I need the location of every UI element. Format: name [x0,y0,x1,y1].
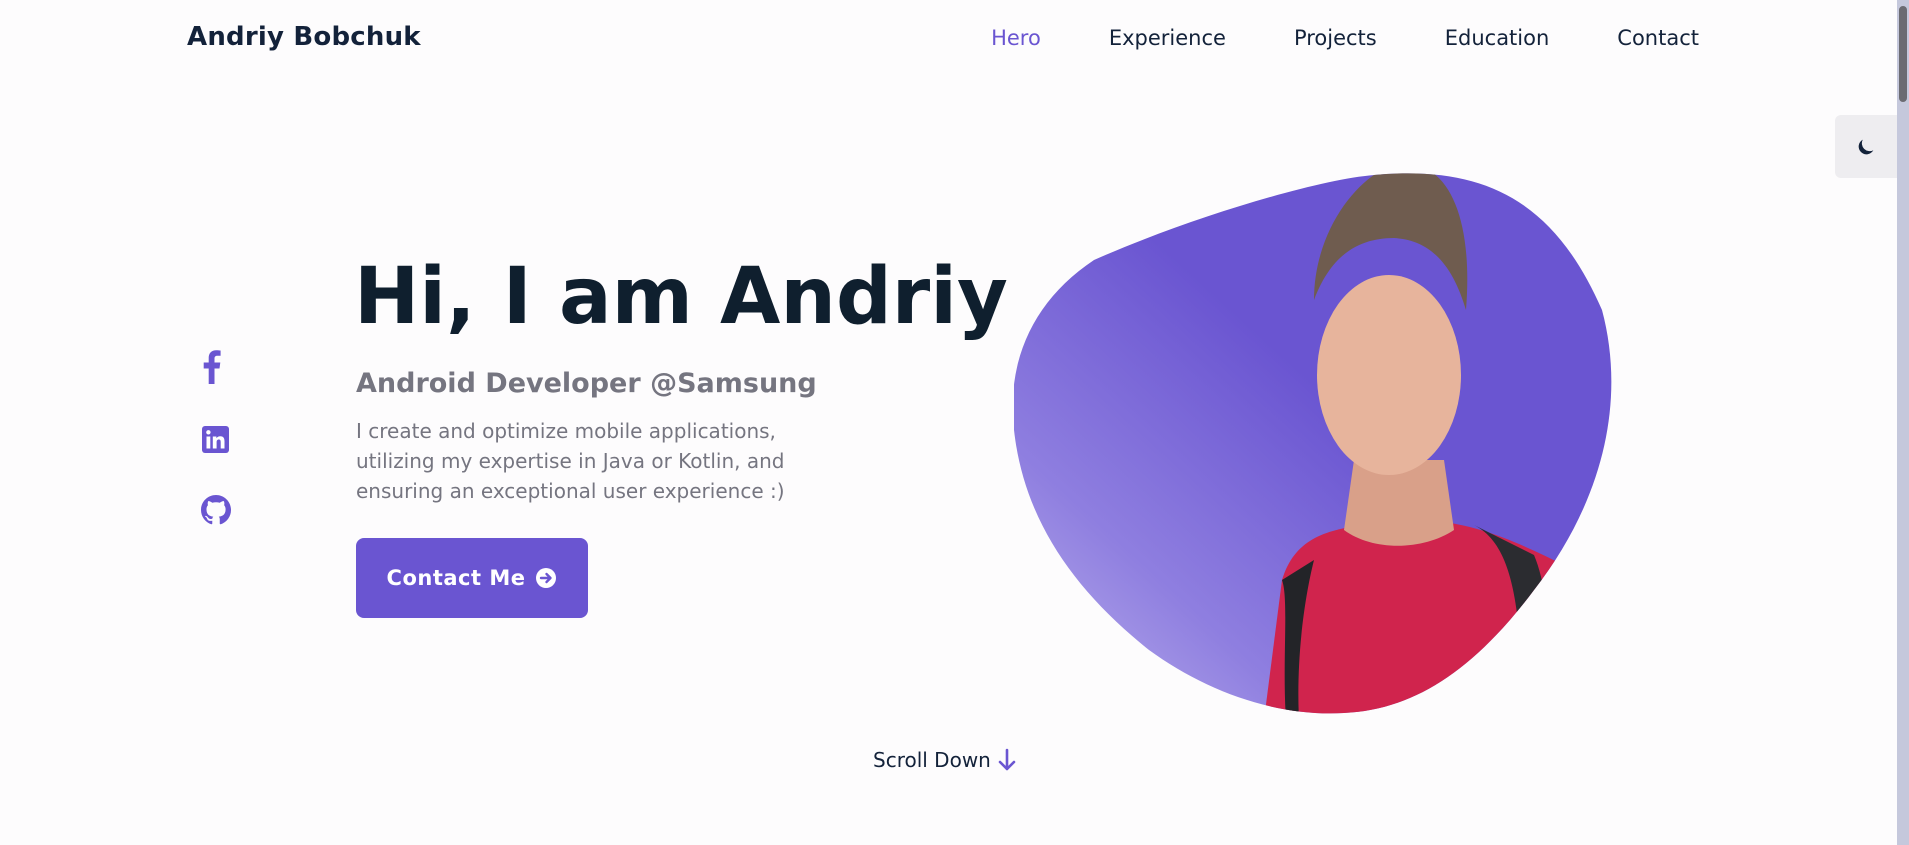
arrow-down-icon [998,748,1016,771]
scroll-down-link[interactable]: Scroll Down [873,748,1017,772]
github-icon [201,495,231,525]
facebook-icon [203,350,221,384]
nav-link-projects[interactable]: Projects [1294,26,1377,50]
moon-icon [1858,139,1874,154]
page-scrollbar[interactable] [1897,0,1909,845]
contact-me-label: Contact Me [386,566,526,590]
scroll-down-label: Scroll Down [873,748,991,772]
nav-link-hero[interactable]: Hero [991,26,1041,50]
linkedin-link[interactable] [202,426,229,457]
github-link[interactable] [201,495,231,529]
facebook-link[interactable] [203,350,221,388]
scrollbar-thumb[interactable] [1899,6,1907,102]
linkedin-icon [202,426,229,453]
nav-link-contact[interactable]: Contact [1617,26,1699,50]
main-nav: Hero Experience Projects Education Conta… [991,26,1699,50]
nav-link-experience[interactable]: Experience [1109,26,1226,50]
brand-logo-text[interactable]: Andriy Bobchuk [187,22,421,52]
theme-toggle-button[interactable] [1835,115,1897,178]
hero-description: I create and optimize mobile application… [356,419,785,503]
hero-image-blob [1012,160,1618,715]
hero-subtitle: Android Developer @Samsung [356,368,817,399]
profile-photo [1012,173,1612,714]
contact-me-button[interactable]: Contact Me [356,538,588,618]
arrow-right-circle-icon [536,568,557,588]
nav-link-education[interactable]: Education [1445,26,1550,50]
hero-title: Hi, I am Andriy [354,252,1008,342]
